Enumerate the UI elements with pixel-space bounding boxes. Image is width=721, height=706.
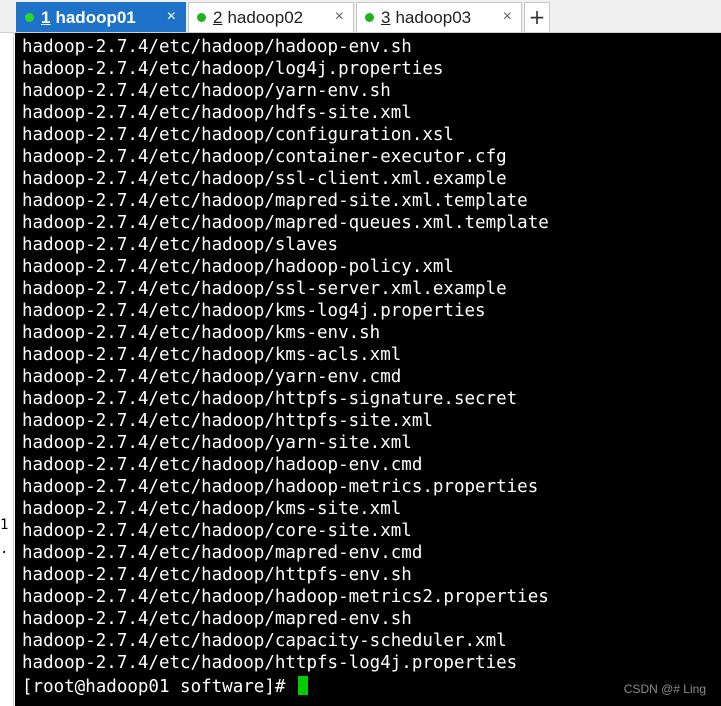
add-tab-button[interactable]: +: [524, 2, 550, 32]
terminal-line: hadoop-2.7.4/etc/hadoop/capacity-schedul…: [22, 631, 507, 651]
terminal-line: hadoop-2.7.4/etc/hadoop/yarn-env.cmd: [22, 367, 402, 387]
app-window: 1 hadoop01 × 2 hadoop02 × 3 hadoop03 × +…: [0, 0, 721, 706]
terminal-line: hadoop-2.7.4/etc/hadoop/hadoop-policy.xm…: [22, 257, 454, 277]
terminal-prompt-line[interactable]: [root@hadoop01 software]#: [22, 676, 308, 698]
close-icon[interactable]: ×: [335, 8, 344, 26]
tab-number: 3: [381, 7, 391, 27]
connected-status-icon: [365, 13, 374, 22]
terminal-line: hadoop-2.7.4/etc/hadoop/yarn-site.xml: [22, 433, 412, 453]
terminal-output[interactable]: hadoop-2.7.4/etc/hadoop/hadoop-env.sh had…: [15, 33, 721, 706]
terminal-line: hadoop-2.7.4/etc/hadoop/hadoop-env.cmd: [22, 455, 423, 475]
terminal-line: hadoop-2.7.4/etc/hadoop/kms-env.sh: [22, 323, 381, 343]
terminal-line: hadoop-2.7.4/etc/hadoop/kms-log4j.proper…: [22, 301, 486, 321]
terminal-line: hadoop-2.7.4/etc/hadoop/configuration.xs…: [22, 125, 454, 145]
terminal-line: hadoop-2.7.4/etc/hadoop/kms-site.xml: [22, 499, 402, 519]
terminal-line: hadoop-2.7.4/etc/hadoop/ssl-client.xml.e…: [22, 169, 507, 189]
tab-label: hadoop01: [55, 7, 136, 27]
side-pane-text: .: [0, 541, 9, 557]
terminal-line: hadoop-2.7.4/etc/hadoop/mapred-env.sh: [22, 609, 412, 629]
tab-label: hadoop02: [227, 7, 304, 27]
text-cursor: [297, 676, 308, 695]
tab-label: hadoop03: [395, 7, 472, 27]
tab-bar: 1 hadoop01 × 2 hadoop02 × 3 hadoop03 × +: [0, 0, 721, 33]
shell-prompt: [root@hadoop01 software]#: [22, 677, 296, 697]
terminal-line: hadoop-2.7.4/etc/hadoop/core-site.xml: [22, 521, 412, 541]
tab-number: 1: [41, 7, 51, 27]
terminal-line: hadoop-2.7.4/etc/hadoop/container-execut…: [22, 147, 507, 167]
terminal-lines: hadoop-2.7.4/etc/hadoop/hadoop-env.sh had…: [22, 36, 549, 674]
tab-hadoop01[interactable]: 1 hadoop01 ×: [16, 2, 186, 32]
tab-hadoop02[interactable]: 2 hadoop02 ×: [188, 2, 354, 32]
watermark: CSDN @# Ling: [623, 682, 706, 696]
side-pane-text: 1: [0, 517, 9, 533]
tab-hadoop03[interactable]: 3 hadoop03 ×: [356, 2, 522, 32]
connected-status-icon: [25, 13, 34, 22]
terminal-line: hadoop-2.7.4/etc/hadoop/hadoop-metrics2.…: [22, 587, 549, 607]
close-icon[interactable]: ×: [503, 8, 512, 26]
terminal-line: hadoop-2.7.4/etc/hadoop/yarn-env.sh: [22, 81, 391, 101]
terminal-line: hadoop-2.7.4/etc/hadoop/ssl-server.xml.e…: [22, 279, 507, 299]
terminal-line: hadoop-2.7.4/etc/hadoop/mapred-queues.xm…: [22, 213, 549, 233]
terminal-line: hadoop-2.7.4/etc/hadoop/slaves: [22, 235, 339, 255]
terminal-line: hadoop-2.7.4/etc/hadoop/hdfs-site.xml: [22, 103, 412, 123]
terminal-line: hadoop-2.7.4/etc/hadoop/httpfs-log4j.pro…: [22, 653, 518, 673]
terminal-line: hadoop-2.7.4/etc/hadoop/httpfs-env.sh: [22, 565, 412, 585]
tab-number: 2: [213, 7, 223, 27]
terminal-line: hadoop-2.7.4/etc/hadoop/httpfs-site.xml: [22, 411, 433, 431]
terminal-line: hadoop-2.7.4/etc/hadoop/hadoop-metrics.p…: [22, 477, 539, 497]
terminal-line: hadoop-2.7.4/etc/hadoop/mapred-site.xml.…: [22, 191, 528, 211]
terminal-line: hadoop-2.7.4/etc/hadoop/hadoop-env.sh: [22, 37, 412, 57]
connected-status-icon: [197, 13, 206, 22]
terminal-line: hadoop-2.7.4/etc/hadoop/log4j.properties: [22, 59, 444, 79]
terminal-line: hadoop-2.7.4/etc/hadoop/mapred-env.cmd: [22, 543, 423, 563]
side-pane-edge: 1 .: [0, 33, 14, 706]
terminal-line: hadoop-2.7.4/etc/hadoop/httpfs-signature…: [22, 389, 518, 409]
terminal-line: hadoop-2.7.4/etc/hadoop/kms-acls.xml: [22, 345, 402, 365]
close-icon[interactable]: ×: [167, 8, 176, 26]
